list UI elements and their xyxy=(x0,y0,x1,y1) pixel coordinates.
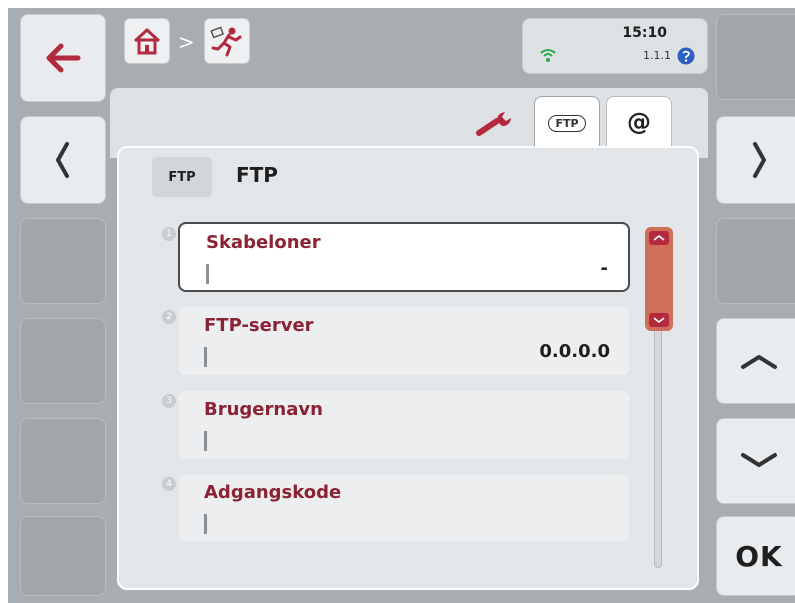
next-button[interactable] xyxy=(716,116,795,204)
home-icon xyxy=(133,28,161,55)
text-cursor xyxy=(204,431,207,451)
arrow-left-icon xyxy=(46,43,81,73)
scrollbar-down-cap xyxy=(649,313,669,327)
clock: 15:10 xyxy=(622,25,667,41)
text-cursor xyxy=(204,347,207,367)
chevron-right-icon xyxy=(753,142,766,178)
field-ftp-server[interactable]: FTP-server 0.0.0.0 xyxy=(178,307,630,375)
page-title: FTP xyxy=(236,163,278,187)
field-label: Skabeloner xyxy=(206,232,321,253)
soft-key-left-4[interactable] xyxy=(20,318,106,404)
field-index: 3 xyxy=(162,394,176,408)
chevron-down-icon xyxy=(741,453,777,467)
soft-key-left-5[interactable] xyxy=(20,418,106,504)
ok-label: OK xyxy=(735,539,783,573)
at-icon: @ xyxy=(627,107,651,136)
field-index: 4 xyxy=(162,477,176,491)
module-button[interactable] xyxy=(204,18,250,64)
field-password[interactable]: Adgangskode xyxy=(178,474,630,542)
field-username[interactable]: Brugernavn xyxy=(178,391,630,459)
previous-button[interactable] xyxy=(20,116,106,204)
wifi-icon xyxy=(540,49,556,62)
chevron-up-icon xyxy=(653,235,665,241)
version-label: 1.1.1 xyxy=(643,49,671,62)
field-index: 2 xyxy=(162,310,176,324)
soft-key-left-6[interactable] xyxy=(20,516,106,596)
field-value: 0.0.0.0 xyxy=(539,341,610,362)
tab-settings[interactable] xyxy=(462,96,528,150)
chevron-down-icon xyxy=(653,317,665,323)
chevron-up-icon xyxy=(741,355,777,369)
field-label: Adgangskode xyxy=(204,482,342,503)
tab-ftp[interactable]: FTP xyxy=(534,96,600,150)
tab-email[interactable]: @ xyxy=(606,96,672,146)
status-panel: 15:10 1.1.1 xyxy=(522,18,708,74)
soft-key-right-1[interactable] xyxy=(716,14,795,100)
field-label: FTP-server xyxy=(204,315,314,336)
breadcrumb-separator: > xyxy=(178,30,195,54)
text-cursor xyxy=(204,514,207,534)
info-icon xyxy=(677,47,695,65)
scroll-down-button[interactable] xyxy=(716,418,795,504)
wrench-icon xyxy=(476,112,511,136)
back-button[interactable] xyxy=(20,14,106,102)
soft-key-left-3[interactable] xyxy=(20,218,106,304)
ok-button[interactable]: OK xyxy=(716,516,795,596)
runner-icon xyxy=(210,26,242,57)
field-value: - xyxy=(600,258,608,279)
scrollbar-up-cap xyxy=(649,231,669,245)
field-label: Brugernavn xyxy=(204,399,323,420)
tab-ftp-label: FTP xyxy=(548,115,586,132)
chevron-left-icon xyxy=(56,142,69,178)
soft-key-right-3[interactable] xyxy=(716,218,795,304)
header-icon: FTP xyxy=(152,157,212,197)
text-cursor xyxy=(206,264,209,284)
field-index: 1 xyxy=(162,227,176,241)
scroll-up-button[interactable] xyxy=(716,318,795,404)
home-button[interactable] xyxy=(124,18,170,64)
field-templates[interactable]: Skabeloner - xyxy=(178,222,630,292)
